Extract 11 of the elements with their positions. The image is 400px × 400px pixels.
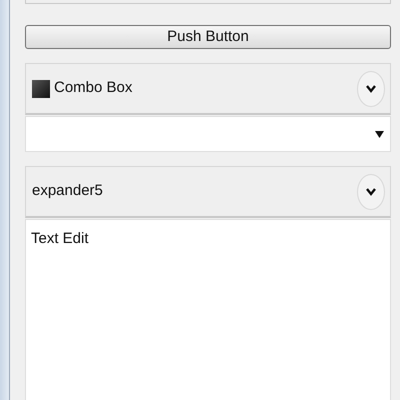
chevron-button[interactable] bbox=[357, 70, 385, 106]
expander-header[interactable]: expander5 bbox=[25, 166, 391, 218]
text-edit[interactable]: Text Edit bbox=[25, 219, 391, 400]
dropdown-arrow-icon bbox=[375, 130, 384, 138]
chevron-down-icon bbox=[366, 84, 376, 92]
expander-title: Combo Box bbox=[54, 78, 134, 98]
push-button[interactable]: Push Button bbox=[25, 25, 391, 49]
expander-header[interactable]: Combo Box bbox=[25, 63, 391, 115]
chevron-down-icon bbox=[366, 188, 376, 196]
expander-title: expander5 bbox=[32, 181, 104, 202]
chevron-button[interactable] bbox=[357, 174, 385, 210]
